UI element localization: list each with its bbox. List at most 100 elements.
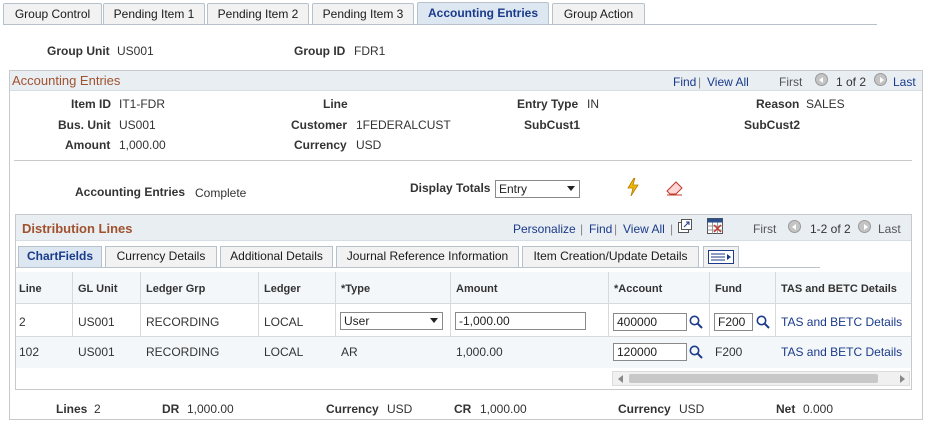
tab-pending-item-1[interactable]: Pending Item 1 [103,3,205,25]
scroll-left-icon[interactable] [618,375,623,383]
grid-last-label: Last [878,222,901,236]
cr-value: 1,000.00 [480,402,527,416]
row1-fund-input[interactable]: F200 [714,313,753,331]
currency2-label: Currency [618,402,671,416]
tab-accounting-entries[interactable]: Accounting Entries [417,2,549,25]
row2-tas-betc-link[interactable]: TAS and BETC Details [781,345,902,359]
first-label: First [779,75,803,89]
distribution-lines-title: Distribution Lines [22,221,133,236]
amount-label: Amount [65,138,111,152]
grid-first-label: First [753,222,777,236]
row1-amount-input[interactable]: -1,000.00 [455,312,586,330]
col-line: Line [19,283,42,295]
row1-account-input[interactable]: 400000 [613,313,687,331]
tab-group-action[interactable]: Group Action [552,3,645,25]
customer-value: 1FEDERALCUST [356,118,451,132]
chevron-down-icon [430,318,438,323]
accounting-entries-status-value: Complete [195,186,247,200]
search-icon[interactable] [689,315,703,332]
bus-unit-label: Bus. Unit [58,118,111,132]
reason-label: Reason [756,97,800,111]
tab-pending-item-2[interactable]: Pending Item 2 [207,3,309,25]
group-id-label: Group ID [294,44,346,58]
col-tas-betc: TAS and BETC Details [781,283,897,295]
page-indicator: 1 of 2 [836,75,867,89]
download-excel-icon[interactable] [707,218,723,237]
dr-label: DR [162,402,180,416]
lines-value: 2 [94,402,101,416]
row2-ledger-grp: RECORDING [146,345,220,359]
reason-value: SALES [806,97,845,111]
subtab-underline [16,267,820,268]
subtab-additional-details[interactable]: Additional Details [220,246,333,267]
grid-previous-icon[interactable] [788,220,801,233]
row2-line: 102 [19,345,40,359]
subtab-item-creation[interactable]: Item Creation/Update Details [522,246,699,267]
customer-label: Customer [291,118,348,132]
last-link[interactable]: Last [893,75,916,89]
currency2-value: USD [679,402,705,416]
distribution-lines-header [16,215,911,241]
divider [14,160,912,161]
lightning-icon[interactable] [626,177,640,199]
currency1-label: Currency [326,402,379,416]
chevron-down-icon [567,186,575,191]
row1-type-select[interactable]: User [340,312,443,330]
subtab-chartfields[interactable]: ChartFields [18,246,102,267]
row2-fund: F200 [715,345,743,359]
item-id-label: Item ID [71,97,112,111]
find-link[interactable]: Find [673,75,696,89]
lines-label: Lines [56,402,88,416]
entry-type-label: Entry Type [517,97,579,111]
row1-tas-betc-link[interactable]: TAS and BETC Details [781,315,902,329]
line-label: Line [323,97,348,111]
horizontal-scrollbar[interactable] [612,371,910,386]
search-icon[interactable] [689,345,703,362]
eraser-icon[interactable] [665,180,685,199]
previous-icon[interactable] [815,73,828,86]
grid-next-icon[interactable] [858,220,871,233]
accounting-entries-status-label: Accounting Entries [75,185,186,199]
new-window-icon[interactable] [678,219,692,236]
col-ledger: Ledger [264,283,301,295]
subtab-currency-details[interactable]: Currency Details [105,246,217,267]
row1-line: 2 [19,315,26,329]
tab-pending-item-3[interactable]: Pending Item 3 [312,3,414,25]
col-amount: Amount [456,283,498,295]
row2-amount: 1,000.00 [456,345,503,359]
separator-2: | [580,222,584,236]
grid-page-indicator: 1-2 of 2 [810,222,851,236]
accounting-entries-title: Accounting Entries [12,73,121,88]
subcust1-label: SubCust1 [524,118,581,132]
separator: | [698,75,702,89]
col-account: *Account [614,283,663,295]
display-totals-value: Entry [499,182,528,196]
row1-ledger: LOCAL [264,315,304,329]
display-totals-select[interactable]: Entry [495,180,580,198]
group-unit-value: US001 [117,44,154,58]
currency-value: USD [356,138,382,152]
col-ledger-grp: Ledger Grp [146,283,206,295]
row1-type-value: User [344,314,370,328]
display-totals-label: Display Totals [410,181,491,195]
personalize-link[interactable]: Personalize [513,222,576,236]
row2-account-input[interactable]: 120000 [613,343,687,361]
col-fund: Fund [715,283,742,295]
show-all-columns-icon[interactable] [703,246,739,267]
search-icon[interactable] [756,315,770,332]
tab-group-control[interactable]: Group Control [3,3,102,25]
subtab-journal-reference[interactable]: Journal Reference Information [336,246,519,267]
separator-4: | [670,222,674,236]
scroll-right-icon[interactable] [900,375,905,383]
entry-type-value: IN [587,97,599,111]
view-all-link[interactable]: View All [707,75,749,89]
cr-label: CR [454,402,472,416]
row1-ledger-grp: RECORDING [146,315,220,329]
next-icon[interactable] [874,73,887,86]
bus-unit-value: US001 [119,118,156,132]
grid-view-all-link[interactable]: View All [623,222,665,236]
scrollbar-thumb[interactable] [629,374,878,383]
dr-value: 1,000.00 [187,402,234,416]
group-unit-label: Group Unit [47,44,110,58]
grid-find-link[interactable]: Find [589,222,612,236]
